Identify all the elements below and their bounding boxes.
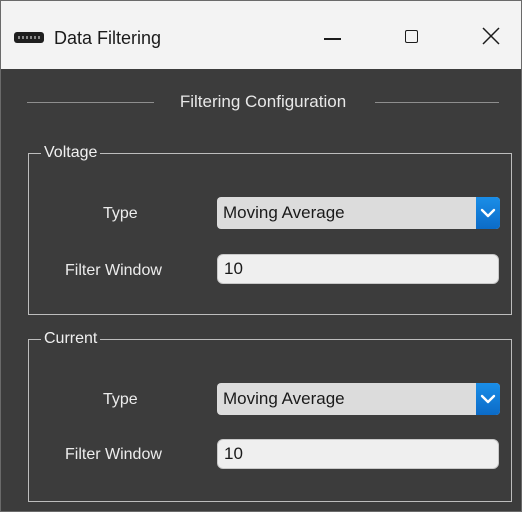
app-icon	[14, 32, 44, 43]
current-group: Current	[28, 328, 512, 502]
voltage-group-title: Voltage	[41, 142, 101, 164]
current-type-dropdown-button[interactable]	[476, 383, 500, 415]
current-type-select[interactable]: Moving Average	[217, 383, 500, 415]
close-button[interactable]	[457, 1, 519, 69]
voltage-filter-window-label: Filter Window	[65, 262, 162, 279]
voltage-group: Voltage	[28, 142, 512, 315]
minimize-button[interactable]	[300, 1, 362, 69]
maximize-icon	[405, 30, 418, 43]
title-bar[interactable]: Data Filtering	[1, 1, 521, 69]
current-filter-window-input[interactable]: 10	[217, 439, 499, 469]
voltage-filter-window-input[interactable]: 10	[217, 254, 499, 284]
window-title: Data Filtering	[54, 28, 162, 48]
current-type-label: Type	[103, 391, 138, 408]
header-divider-right	[375, 102, 499, 103]
current-group-title: Current	[41, 328, 101, 350]
voltage-type-select[interactable]: Moving Average	[217, 197, 500, 229]
chevron-down-icon	[480, 394, 496, 404]
current-type-value: Moving Average	[223, 389, 345, 408]
voltage-type-dropdown-button[interactable]	[476, 197, 500, 229]
data-filtering-window: Data Filtering Filtering Configuration V…	[0, 0, 522, 512]
maximize-button[interactable]	[379, 1, 441, 69]
voltage-type-label: Type	[103, 205, 138, 222]
current-filter-window-label: Filter Window	[65, 446, 162, 463]
chevron-down-icon	[480, 208, 496, 218]
minimize-icon	[324, 38, 341, 40]
close-icon	[482, 27, 500, 45]
filtering-configuration-header: Filtering Configuration	[27, 89, 499, 115]
voltage-type-value: Moving Average	[223, 203, 345, 222]
